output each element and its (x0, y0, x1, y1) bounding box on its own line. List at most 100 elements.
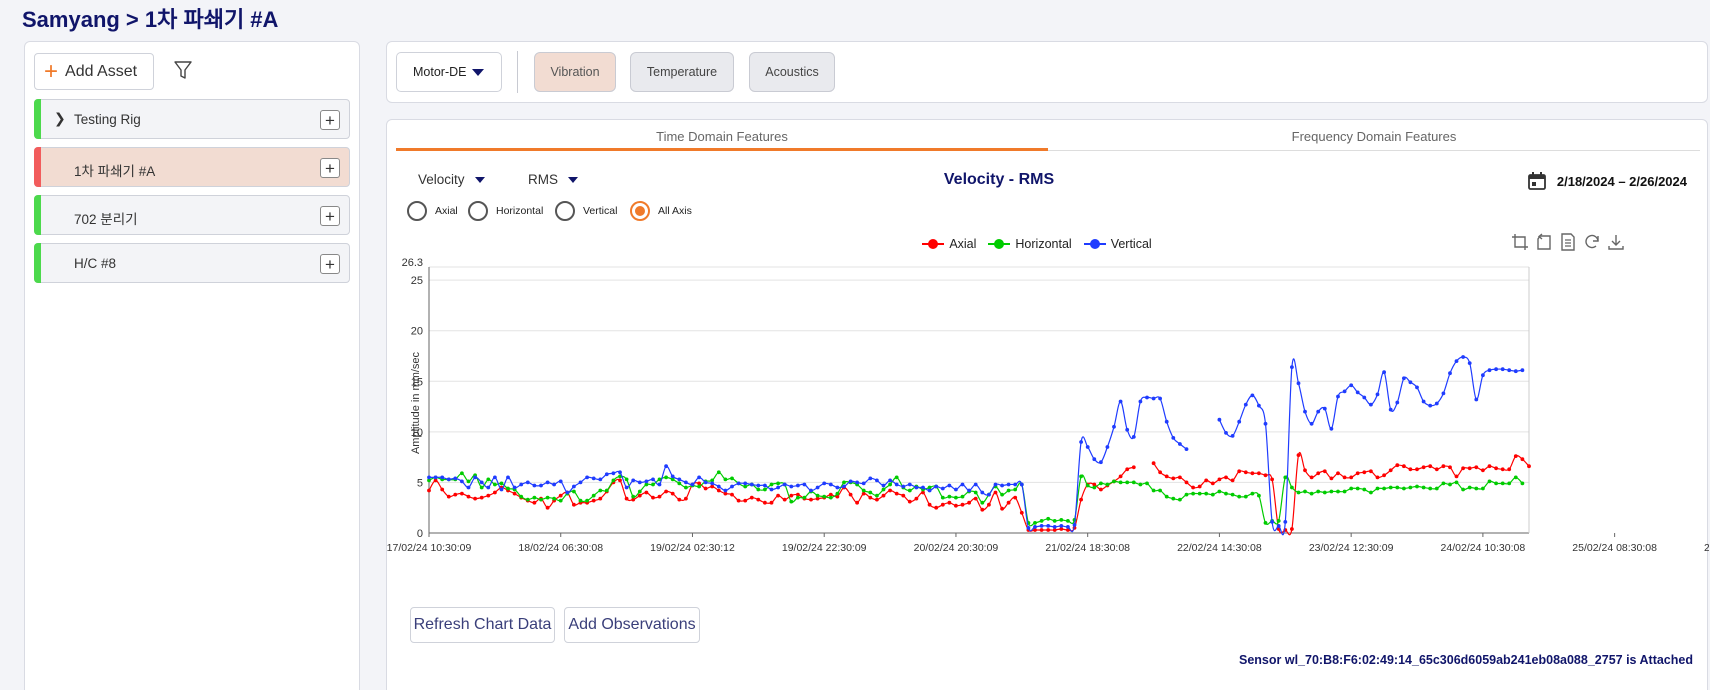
x-tick-label: 26/02/24 06:30:08 (1704, 542, 1709, 554)
data-point-horizontal (1487, 479, 1492, 484)
data-point-horizontal (1375, 486, 1380, 491)
y-axis-title: Amplitude in mm/sec (410, 351, 422, 454)
chart-legend: Axial Horizontal Vertical (387, 237, 1707, 251)
add-child-button[interactable]: + (320, 158, 340, 178)
radio-axial[interactable]: Axial (407, 201, 458, 221)
data-point-axial (888, 488, 892, 493)
data-point-vertical (631, 478, 636, 483)
y-tick-label: 0 (417, 528, 423, 540)
data-point-axial (1474, 465, 1479, 470)
sensor-select[interactable]: Motor-DE (396, 52, 502, 92)
filter-icon[interactable] (173, 59, 193, 81)
add-child-button[interactable]: + (320, 110, 340, 130)
data-point-axial (1355, 471, 1360, 476)
data-point-axial (914, 496, 919, 501)
asset-item-702[interactable]: 702 분리기 + (34, 195, 350, 235)
data-point-horizontal (1276, 519, 1281, 523)
data-point-axial (1513, 454, 1518, 458)
chevron-right-icon[interactable]: ❯ (54, 110, 66, 127)
data-point-axial (1118, 474, 1123, 479)
data-point-vertical (822, 481, 827, 486)
data-point-vertical (1500, 367, 1505, 372)
data-point-axial (763, 500, 767, 505)
tab-vibration[interactable]: Vibration (534, 52, 616, 92)
data-point-vertical (446, 477, 451, 482)
data-point-vertical (690, 482, 695, 487)
radio-circle (630, 201, 650, 221)
velocity-rms-chart[interactable]: 051015202526.3Amplitude in mm/sec17/02/2… (387, 255, 1709, 605)
chart-title: Velocity - RMS (943, 171, 1055, 188)
data-point-vertical (677, 477, 682, 482)
refresh-chart-button[interactable]: Refresh Chart Data (410, 607, 555, 643)
date-range-picker[interactable]: 2/18/2024 – 2/26/2024 (1527, 171, 1687, 191)
tab-frequency-domain[interactable]: Frequency Domain Features (1048, 127, 1700, 151)
data-view-icon[interactable] (1559, 233, 1577, 251)
data-point-horizontal (532, 495, 537, 500)
data-point-horizontal (677, 481, 682, 486)
asset-item-crusher-a[interactable]: 1차 파쇄기 #A + (34, 147, 350, 187)
data-point-axial (1421, 465, 1426, 470)
y-tick-label: 25 (411, 275, 423, 287)
data-point-horizontal (1099, 481, 1103, 486)
add-observations-button[interactable]: Add Observations (564, 607, 700, 643)
data-point-horizontal (1369, 490, 1373, 495)
data-point-horizontal (1342, 489, 1347, 494)
page-title: Samyang > 1차 파쇄기 #A (22, 7, 279, 32)
x-tick-label: 21/02/24 18:30:08 (1045, 542, 1130, 554)
back-icon[interactable] (1535, 233, 1553, 251)
asset-item-testing-rig[interactable]: ❯ Testing Rig + (34, 99, 350, 139)
radio-horizontal[interactable]: Horizontal (468, 201, 543, 221)
data-point-axial (1191, 485, 1195, 490)
data-point-horizontal (1355, 486, 1360, 491)
data-point-vertical (1283, 520, 1288, 524)
data-point-vertical (914, 485, 919, 490)
crop-icon[interactable] (1511, 233, 1529, 251)
measure-dropdown-value: Velocity (418, 172, 465, 187)
data-point-horizontal (552, 496, 556, 501)
data-point-vertical (565, 490, 570, 495)
tab-time-domain[interactable]: Time Domain Features (396, 127, 1048, 151)
radio-vertical[interactable]: Vertical (555, 201, 617, 221)
caret-down-icon (568, 176, 578, 183)
data-point-vertical (1019, 482, 1024, 487)
data-point-axial (493, 490, 497, 495)
metric-dropdown[interactable]: RMS (528, 172, 578, 187)
refresh-icon[interactable] (1583, 233, 1601, 251)
data-point-vertical (1046, 524, 1051, 528)
measure-dropdown[interactable]: Velocity (418, 172, 485, 187)
download-icon[interactable] (1607, 233, 1625, 251)
data-point-vertical (993, 482, 998, 487)
data-point-horizontal (894, 475, 899, 480)
data-point-vertical (1000, 483, 1004, 488)
data-point-axial (1520, 457, 1525, 462)
status-bar (34, 147, 41, 187)
data-point-axial (1171, 476, 1176, 481)
data-point-axial (1125, 467, 1130, 472)
data-point-horizontal (1210, 492, 1215, 497)
data-point-horizontal (1046, 516, 1051, 521)
legend-item-axial[interactable]: Axial (922, 237, 976, 251)
data-point-vertical (716, 484, 721, 489)
legend-item-vertical[interactable]: Vertical (1083, 237, 1152, 251)
legend-swatch (1083, 239, 1106, 249)
tab-temperature[interactable]: Temperature (630, 52, 734, 92)
data-point-vertical (973, 482, 978, 487)
data-point-axial (769, 500, 774, 505)
data-point-axial (1237, 469, 1242, 474)
add-child-button[interactable]: + (320, 254, 340, 274)
data-point-vertical (1105, 445, 1110, 449)
y-tick-label: 5 (417, 477, 423, 489)
caret-down-icon (472, 68, 485, 76)
data-point-vertical (1250, 393, 1255, 398)
radio-all-axis[interactable]: All Axis (630, 201, 692, 221)
tab-acoustics[interactable]: Acoustics (749, 52, 835, 92)
add-child-button[interactable]: + (320, 206, 340, 226)
data-point-vertical (987, 492, 991, 497)
data-point-vertical (1237, 419, 1242, 424)
legend-item-horizontal[interactable]: Horizontal (988, 237, 1072, 251)
data-point-vertical (1178, 442, 1182, 446)
data-point-vertical (684, 480, 688, 485)
data-point-vertical (1171, 436, 1176, 440)
asset-item-hc8[interactable]: H/C #8 + (34, 243, 350, 283)
add-asset-button[interactable]: + Add Asset (34, 53, 154, 90)
